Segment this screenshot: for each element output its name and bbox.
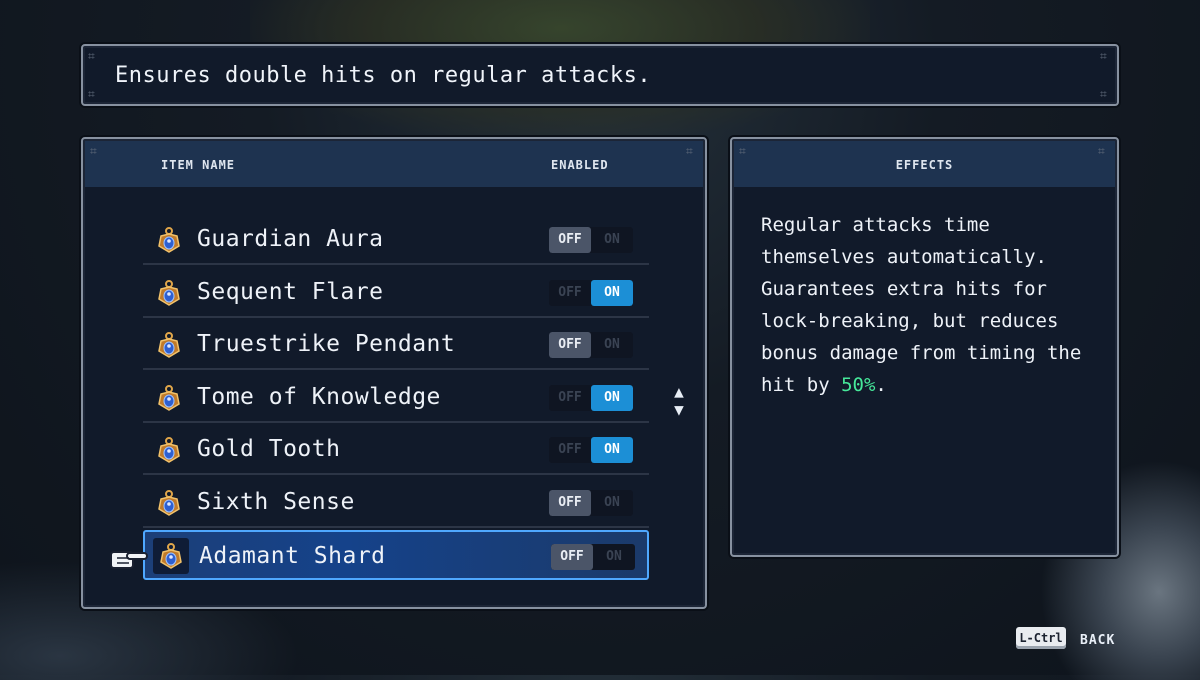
item-name: Truestrike Pendant — [197, 331, 456, 357]
toggle-off-option[interactable]: OFF — [549, 332, 591, 358]
scroll-arrows-icon[interactable]: ▲ ▼ — [669, 383, 689, 423]
list-item[interactable]: Sequent Flare OFF ON — [143, 268, 649, 318]
enabled-toggle[interactable]: OFF ON — [549, 279, 633, 306]
relic-amulet-icon — [153, 538, 189, 574]
effects-highlight-value: 50% — [841, 374, 876, 396]
list-item[interactable]: Sixth Sense OFF ON — [143, 478, 649, 528]
column-header-enabled: ENABLED — [551, 158, 609, 172]
toggle-off-option[interactable]: OFF — [549, 489, 591, 516]
relic-amulet-icon — [155, 279, 183, 307]
enabled-toggle[interactable]: OFF ON — [549, 332, 633, 358]
list-item[interactable]: Truestrike Pendant OFF ON — [143, 320, 649, 370]
toggle-on-option[interactable]: ON — [591, 490, 633, 516]
enabled-toggle[interactable]: OFF ON — [549, 227, 633, 253]
corner-ornament-icon: ⌗ — [1098, 144, 1105, 158]
column-header-item-name: ITEM NAME — [161, 158, 236, 172]
enabled-toggle[interactable]: OFF ON — [551, 544, 635, 570]
corner-ornament-icon: ⌗ — [88, 87, 95, 101]
list-item[interactable]: Gold Tooth OFF ON — [143, 425, 649, 475]
toggle-on-option[interactable]: ON — [591, 384, 633, 411]
enabled-toggle[interactable]: OFF ON — [549, 437, 633, 463]
toggle-off-option[interactable]: OFF — [549, 385, 591, 411]
toggle-on-option[interactable]: ON — [591, 227, 633, 253]
corner-ornament-icon: ⌗ — [90, 144, 97, 158]
enabled-toggle[interactable]: OFF ON — [549, 489, 633, 516]
item-name: Tome of Knowledge — [197, 383, 441, 410]
item-name: Gold Tooth — [197, 436, 341, 462]
list-item[interactable]: Guardian Aura OFF ON — [143, 215, 649, 265]
item-name: Guardian Aura — [197, 226, 384, 252]
toggle-off-option[interactable]: OFF — [549, 280, 591, 306]
toggle-on-option[interactable]: ON — [591, 279, 633, 306]
toggle-on-option[interactable]: ON — [591, 437, 633, 463]
back-label: BACK — [1080, 633, 1116, 648]
corner-ornament-icon: ⌗ — [739, 144, 746, 158]
item-description: Ensures double hits on regular attacks. — [115, 63, 652, 88]
corner-ornament-icon: ⌗ — [1100, 49, 1107, 63]
relic-amulet-icon — [155, 489, 183, 517]
list-item[interactable]: Tome of Knowledge OFF ON — [143, 373, 649, 423]
relic-amulet-icon — [155, 384, 183, 412]
effects-description: Regular attacks time themselves automati… — [761, 209, 1091, 401]
list-item[interactable]: Adamant Shard OFF ON — [143, 530, 649, 580]
corner-ornament-icon: ⌗ — [1100, 87, 1107, 101]
relic-amulet-icon — [155, 436, 183, 464]
effects-text: Regular attacks time themselves automati… — [761, 214, 1082, 396]
corner-ornament-icon: ⌗ — [686, 144, 693, 158]
toggle-on-option[interactable]: ON — [591, 332, 633, 358]
effects-text-end: . — [875, 374, 887, 396]
effects-title: EFFECTS — [895, 158, 954, 172]
key-badge: L-Ctrl — [1016, 627, 1066, 649]
enabled-toggle[interactable]: OFF ON — [549, 384, 633, 411]
toggle-off-option[interactable]: OFF — [551, 544, 593, 570]
relic-amulet-icon — [155, 331, 183, 359]
effects-header: ⌗ ⌗ EFFECTS — [734, 141, 1115, 187]
toggle-on-option[interactable]: ON — [593, 544, 635, 570]
toggle-off-option[interactable]: OFF — [549, 437, 591, 463]
item-name: Sequent Flare — [197, 278, 384, 305]
relic-list-panel: ⌗ ⌗ ITEM NAME ENABLED Guardian Aura OFF ON… — [81, 137, 707, 609]
effects-panel: ⌗ ⌗ EFFECTS Regular attacks time themsel… — [730, 137, 1119, 557]
relic-amulet-icon — [155, 226, 183, 254]
description-panel: ⌗ ⌗ ⌗ ⌗ Ensures double hits on regular a… — [81, 44, 1119, 106]
toggle-off-option[interactable]: OFF — [549, 227, 591, 253]
pointing-hand-cursor-icon — [109, 544, 149, 574]
item-name: Adamant Shard — [199, 543, 386, 569]
list-header: ⌗ ⌗ ITEM NAME ENABLED — [85, 141, 703, 187]
corner-ornament-icon: ⌗ — [88, 49, 95, 63]
item-name: Sixth Sense — [197, 488, 355, 515]
